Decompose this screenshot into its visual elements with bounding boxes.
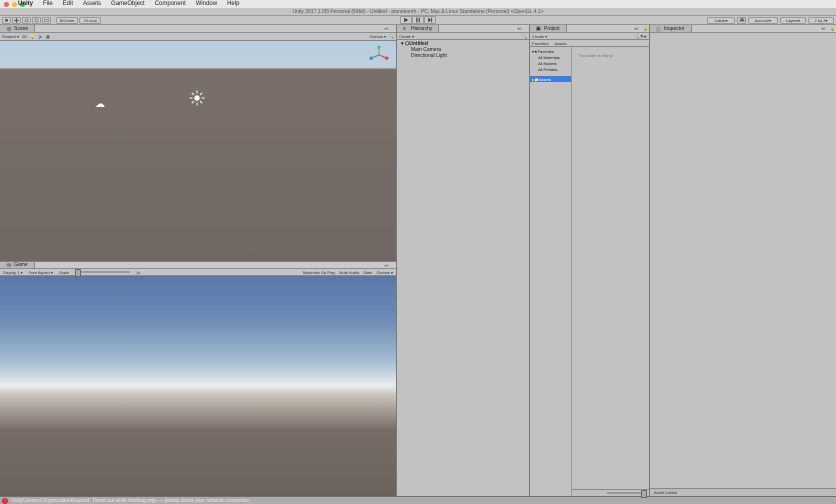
play-button[interactable] [400, 16, 412, 24]
breadcrumb-favorites[interactable]: Favorites [532, 41, 548, 46]
scene-toolbar: Shaded ▾ 2D 💡 🔊 ▦ Gizmos ▾ 🔍 [0, 33, 396, 41]
hierarchy-create-dropdown[interactable]: Create ▾ [399, 34, 414, 39]
menu-help[interactable]: Help [227, 1, 239, 7]
hierarchy-icon: ≡ [403, 26, 409, 32]
shaded-dropdown[interactable]: Shaded ▾ [2, 34, 19, 39]
hierarchy-tab-bar: ≡ Hierarchy ▾≡ [397, 25, 529, 33]
game-viewport[interactable] [0, 276, 396, 496]
project-icon: ▣ [536, 26, 542, 32]
scene-panel-menu[interactable]: ▾≡ [385, 26, 389, 31]
inspector-lock-icon[interactable]: 🔒 [830, 26, 835, 31]
account-dropdown[interactable]: Account ▾ [748, 17, 778, 24]
inspector-icon: ⓘ [656, 26, 662, 32]
unity-toolbar: ⊕ Center ⊙ Local Collab ▾ Account ▾ Laye… [0, 16, 836, 25]
cloud-button[interactable] [737, 17, 746, 24]
hierarchy-tree[interactable]: ▾ ⬡ Untitled Main Camera Directional Lig… [397, 40, 529, 496]
rotate-tool-button[interactable] [22, 17, 31, 24]
game-icon [6, 262, 12, 268]
game-gizmos-dropdown[interactable]: Gizmos ▾ [376, 270, 393, 275]
game-panel-menu[interactable]: ▾≡ [385, 263, 389, 268]
step-button[interactable] [424, 16, 436, 24]
project-footer [572, 489, 649, 496]
breadcrumb-assets[interactable]: Assets [554, 41, 566, 46]
pivot-center-button[interactable]: ⊕ Center [56, 17, 78, 24]
inspector-footer: Asset Labels [650, 488, 836, 496]
inspector-body [650, 33, 836, 488]
project-lock-icon[interactable]: 🔒 [643, 26, 648, 31]
rect-tool-button[interactable] [42, 17, 51, 24]
play-controls [400, 16, 436, 24]
svg-text:Persp: Persp [375, 65, 383, 69]
scale-label: Scale [59, 270, 69, 275]
hierarchy-item[interactable]: Directional Light [397, 53, 529, 59]
hierarchy-panel-menu[interactable]: ▾≡ [518, 26, 522, 31]
stats-toggle[interactable]: Stats [363, 270, 372, 275]
empty-folder-label: This folder is empty [578, 53, 643, 58]
menubar: Unity File Edit Assets GameObject Compon… [0, 0, 836, 8]
layers-dropdown[interactable]: Layers ▾ [780, 17, 806, 24]
project-create-dropdown[interactable]: Create ▾ [532, 34, 547, 39]
menu-component[interactable]: Component [155, 1, 186, 7]
error-icon: ! [2, 498, 8, 504]
scale-slider[interactable] [75, 271, 130, 273]
project-tab-bar: ▣ Project 🔒 ▾≡ [530, 25, 649, 33]
inspector-panel-menu[interactable]: ▾≡ [822, 26, 826, 31]
scene-icon [6, 26, 12, 32]
scene-gizmos-dropdown[interactable]: Gizmos ▾ [369, 34, 386, 39]
scale-value: 1x [136, 270, 140, 275]
game-tab[interactable]: Game [0, 262, 35, 268]
project-tab[interactable]: ▣ Project [530, 25, 567, 32]
hand-tool-button[interactable] [2, 17, 11, 24]
light-gizmo-icon[interactable] [188, 89, 206, 107]
menu-edit[interactable]: Edit [63, 1, 73, 7]
maximize-toggle[interactable]: Maximize On Play [303, 270, 335, 275]
scene-tab-bar: Scene ▾≡ [0, 25, 396, 33]
scene-tab[interactable]: Scene [0, 25, 35, 32]
camera-gizmo-icon[interactable]: ☁ [95, 99, 105, 110]
project-breadcrumb: Favorites Assets [530, 40, 649, 47]
game-toolbar: Display 1 ▾ Free Aspect ▾ Scale 1x Maxim… [0, 269, 396, 276]
scene-lighting-toggle[interactable]: 💡 [30, 34, 35, 39]
collab-dropdown[interactable]: Collab ▾ [707, 17, 735, 24]
menu-file[interactable]: File [43, 1, 53, 7]
aspect-dropdown[interactable]: Free Aspect ▾ [29, 270, 53, 275]
hierarchy-search[interactable]: 🔍 [522, 34, 527, 39]
scene-search[interactable]: 🔍 [389, 34, 394, 39]
scene-viewport[interactable]: ☁ Persp [0, 41, 396, 261]
menu-unity[interactable]: Unity [18, 1, 33, 7]
game-tab-bar: Game ▾≡ [0, 261, 396, 269]
scene-2d-toggle[interactable]: 2D [22, 34, 27, 39]
pivot-local-button[interactable]: ⊙ Local [79, 17, 101, 24]
project-content[interactable]: This folder is empty [572, 47, 649, 496]
hierarchy-tab[interactable]: ≡ Hierarchy [397, 25, 439, 32]
scene-fx-toggle[interactable]: ▦ [46, 34, 50, 39]
pause-button[interactable] [412, 16, 424, 24]
menu-window[interactable]: Window [196, 1, 217, 7]
status-bar[interactable]: ! UnityConnect.OrganizationRequest: Time… [0, 496, 836, 504]
orientation-gizmo[interactable]: Persp [368, 45, 390, 67]
menu-gameobject[interactable]: GameObject [111, 1, 145, 7]
layout-dropdown[interactable]: 2 by 3 ▾ [808, 17, 834, 24]
inspector-tab[interactable]: ⓘ Inspector [650, 25, 692, 32]
move-tool-button[interactable] [12, 17, 21, 24]
display-dropdown[interactable]: Display 1 ▾ [3, 270, 23, 275]
project-tree[interactable]: ▾★ Favorites All Materials All Models Al… [530, 47, 572, 496]
status-message: UnityConnect.OrganizationRequest: Timed … [11, 498, 251, 504]
menu-assets[interactable]: Assets [83, 1, 101, 7]
window-title: Unity 2017.1.0f3 Personal (64bit) - Unti… [0, 8, 836, 16]
scale-tool-button[interactable] [32, 17, 41, 24]
inspector-tab-bar: ⓘ Inspector 🔒 ▾≡ [650, 25, 836, 33]
proj-assets[interactable]: ▸📁 Assets [530, 76, 571, 82]
project-panel-menu[interactable]: ▾≡ [635, 26, 639, 31]
scene-audio-toggle[interactable]: 🔊 [38, 34, 43, 39]
mute-toggle[interactable]: Mute Audio [339, 270, 359, 275]
project-filter2-icon[interactable]: ★ [643, 34, 647, 39]
thumbnail-size-slider[interactable] [607, 492, 647, 494]
